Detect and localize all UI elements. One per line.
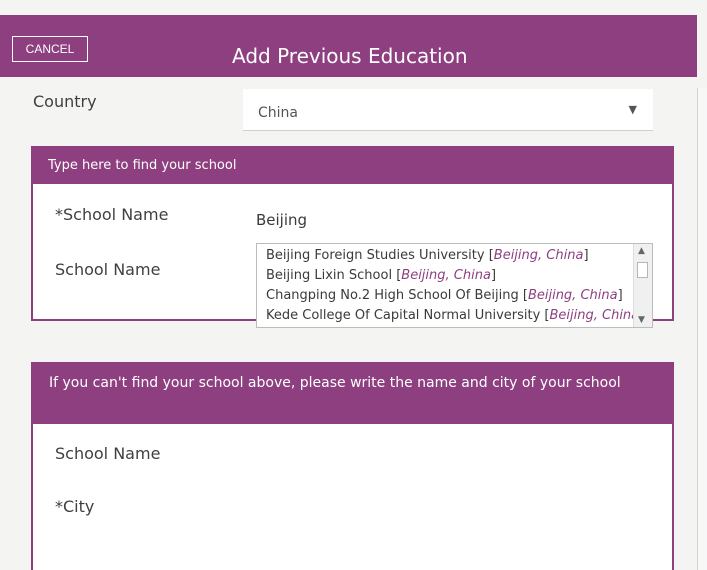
find-school-header: Type here to find your school: [33, 148, 672, 184]
scrollbar-thumb[interactable]: [637, 262, 648, 278]
manual-school-name-label: School Name: [55, 444, 161, 463]
country-select[interactable]: China ▼: [243, 89, 653, 131]
school-result-item[interactable]: Changping No.2 High School Of Beijing [B…: [266, 288, 638, 309]
school-name-label: School Name: [55, 260, 161, 279]
city-input[interactable]: [256, 493, 655, 525]
school-result-location: Beijing, China: [401, 268, 491, 283]
school-results-dropdown[interactable]: Beijing Foreign Studies University [Beij…: [256, 243, 653, 328]
school-result-location: Beijing, China: [549, 308, 639, 323]
school-result-name: Beijing Lixin School [: [266, 268, 402, 283]
side-panel-edge: [697, 88, 707, 570]
find-school-heading: Type here to find your school: [48, 158, 237, 173]
manual-entry-header: If you can't find your school above, ple…: [33, 362, 672, 424]
school-result-location: Beijing, China: [493, 248, 584, 263]
country-select-value: China: [258, 105, 298, 121]
school-result-close: ]: [617, 288, 623, 303]
school-result-name: Changping No.2 High School Of Beijing [: [266, 288, 528, 303]
cancel-button[interactable]: CANCEL: [12, 36, 88, 62]
chevron-down-icon: ▼: [628, 103, 637, 116]
country-label: Country: [33, 92, 97, 111]
school-result-name: Kede College Of Capital Normal Universit…: [266, 308, 550, 323]
school-result-location: Beijing, China: [527, 288, 618, 303]
school-result-close: ]: [583, 248, 589, 263]
school-name-required-label: *School Name: [55, 205, 169, 224]
school-result-item[interactable]: Kede College Of Capital Normal Universit…: [266, 308, 639, 327]
dropdown-scrollbar[interactable]: ▲ ▼: [633, 244, 652, 327]
scroll-down-icon[interactable]: ▼: [638, 315, 645, 325]
school-search-input[interactable]: [256, 204, 656, 236]
app-header: CANCEL Add Previous Education: [0, 15, 697, 77]
school-result-item[interactable]: Beijing Foreign Studies University [Beij…: [266, 248, 638, 269]
manual-school-name-input[interactable]: [256, 440, 655, 472]
school-result-close: ]: [490, 268, 497, 283]
city-label: *City: [55, 497, 95, 516]
school-result-name: Beijing Foreign Studies University [: [266, 248, 494, 263]
manual-entry-heading: If you can't find your school above, ple…: [49, 375, 621, 391]
scroll-up-icon[interactable]: ▲: [638, 246, 645, 256]
school-result-item[interactable]: Beijing Lixin School [Beijing, China]: [266, 268, 638, 289]
page-title: Add Previous Education: [232, 44, 468, 68]
